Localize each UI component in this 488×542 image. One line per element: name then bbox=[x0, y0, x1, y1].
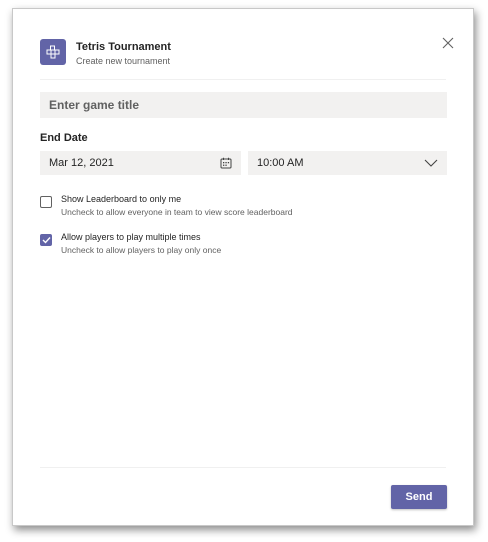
end-time-dropdown[interactable]: 10:00 AM bbox=[248, 151, 447, 175]
tetris-app-icon bbox=[40, 39, 66, 65]
date-value: Mar 12, 2021 bbox=[49, 157, 114, 169]
calendar-icon bbox=[220, 157, 232, 169]
leaderboard-only-me-checkbox[interactable] bbox=[40, 196, 52, 208]
multiple-plays-checkbox[interactable] bbox=[40, 234, 52, 246]
leaderboard-option-description: Uncheck to allow everyone in team to vie… bbox=[61, 207, 293, 217]
multiple-plays-option-title: Allow players to play multiple times bbox=[61, 232, 201, 242]
leaderboard-option-title: Show Leaderboard to only me bbox=[61, 194, 182, 204]
dialog-title: Tetris Tournament bbox=[76, 41, 171, 53]
checkmark-icon bbox=[42, 237, 51, 244]
game-title-input[interactable] bbox=[40, 92, 447, 118]
close-icon bbox=[442, 37, 454, 49]
dialog-subtitle: Create new tournament bbox=[76, 56, 171, 66]
multiple-plays-option-description: Uncheck to allow players to play only on… bbox=[61, 245, 222, 255]
footer-divider bbox=[40, 467, 446, 468]
end-date-label: End Date bbox=[40, 132, 88, 144]
time-value: 10:00 AM bbox=[257, 157, 304, 169]
tetris-grid-icon bbox=[46, 45, 60, 59]
end-date-picker[interactable]: Mar 12, 2021 bbox=[40, 151, 241, 175]
close-button[interactable] bbox=[441, 36, 455, 50]
send-button[interactable]: Send bbox=[391, 485, 447, 509]
create-tournament-dialog: Tetris Tournament Create new tournament … bbox=[12, 8, 474, 526]
header-divider bbox=[40, 79, 446, 80]
chevron-down-icon bbox=[424, 159, 438, 167]
